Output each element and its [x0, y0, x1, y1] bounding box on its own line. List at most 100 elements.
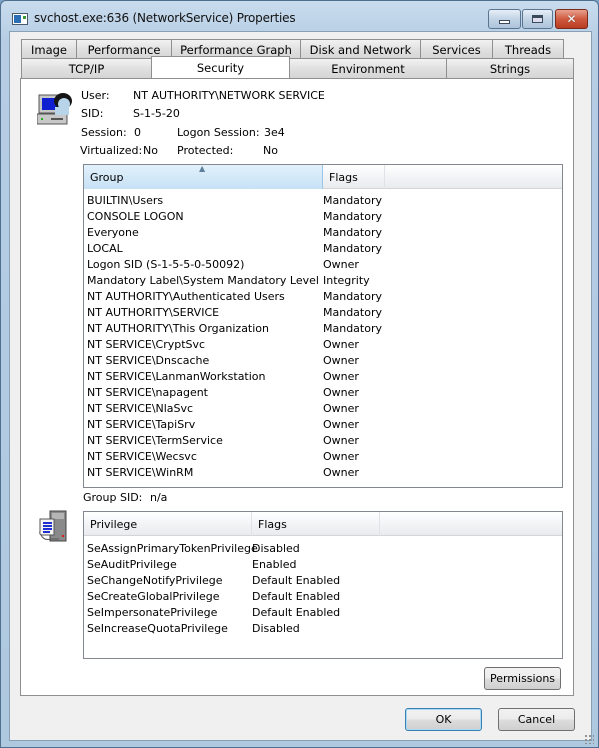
group-flags-cell: Mandatory: [323, 209, 383, 223]
group-row[interactable]: NT SERVICE\napagent Owner: [84, 384, 562, 400]
privilege-row[interactable]: SeChangeNotifyPrivilege Default Enabled: [84, 572, 562, 588]
column-header-privilege-flags[interactable]: Flags: [252, 512, 380, 536]
tab-security[interactable]: Security: [151, 56, 290, 78]
group-row[interactable]: CONSOLE LOGON Mandatory: [84, 208, 562, 224]
app-icon: [12, 13, 28, 25]
session-label: Session:: [81, 126, 127, 139]
user-label: User:: [81, 89, 110, 102]
privilege-row[interactable]: SeCreateGlobalPrivilege Default Enabled: [84, 588, 562, 604]
tab-tcpip[interactable]: TCP/IP: [21, 58, 152, 78]
group-row[interactable]: NT SERVICE\Dnscache Owner: [84, 352, 562, 368]
column-header-group[interactable]: ▲ Group: [84, 165, 323, 189]
privileges-list-body: SeAssignPrimaryTokenPrivilege Disabled SeA…: [84, 540, 562, 636]
privilege-flags-cell: Default Enabled: [252, 605, 341, 619]
logon-session-label: Logon Session:: [177, 126, 260, 139]
tab-environment[interactable]: Environment: [289, 58, 447, 78]
group-flags-cell: Owner: [323, 369, 359, 383]
minimize-button[interactable]: [488, 9, 521, 29]
group-sid-value: n/a: [150, 491, 168, 504]
group-flags-cell: Owner: [323, 433, 359, 447]
group-name-cell: NT SERVICE\CryptSvc: [87, 337, 206, 351]
session-value: 0: [134, 126, 141, 139]
group-flags-cell: Owner: [323, 337, 359, 351]
privilege-name-cell: SeAuditPrivilege: [87, 557, 177, 571]
group-flags-cell: Mandatory: [323, 225, 383, 239]
close-icon: ✕: [566, 12, 577, 26]
group-row[interactable]: BUILTIN\Users Mandatory: [84, 192, 562, 208]
group-row[interactable]: NT SERVICE\NlaSvc Owner: [84, 400, 562, 416]
privilege-row[interactable]: SeAssignPrimaryTokenPrivilege Disabled: [84, 540, 562, 556]
group-name-cell: NT AUTHORITY\This Organization: [87, 321, 269, 335]
group-row[interactable]: NT AUTHORITY\This Organization Mandatory: [84, 320, 562, 336]
sid-value: S-1-5-20: [133, 107, 180, 120]
sid-label: SID:: [81, 107, 104, 120]
column-header-privilege-flags-label: Flags: [258, 517, 287, 531]
protected-value: No: [263, 144, 278, 157]
privilege-row[interactable]: SeImpersonatePrivilege Default Enabled: [84, 604, 562, 620]
group-name-cell: NT AUTHORITY\Authenticated Users: [87, 289, 285, 303]
cancel-button[interactable]: Cancel: [498, 708, 575, 731]
privileges-list[interactable]: Privilege Flags SeAssignPrimaryTokenPriv…: [83, 511, 563, 659]
group-flags-cell: Integrity: [323, 273, 370, 287]
group-flags-cell: Mandatory: [323, 289, 383, 303]
group-row[interactable]: NT AUTHORITY\Authenticated Users Mandator…: [84, 288, 562, 304]
tab-strings[interactable]: Strings: [446, 58, 574, 78]
group-name-cell: NT SERVICE\napagent: [87, 385, 208, 399]
user-computer-icon: [37, 93, 72, 125]
group-row[interactable]: NT SERVICE\LanmanWorkstation Owner: [84, 368, 562, 384]
group-name-cell: BUILTIN\Users: [87, 193, 164, 207]
group-name-cell: NT SERVICE\TapiSrv: [87, 417, 196, 431]
window-title: svchost.exe:636 (NetworkService) Propert…: [34, 11, 296, 25]
group-row[interactable]: NT SERVICE\CryptSvc Owner: [84, 336, 562, 352]
group-flags-cell: Owner: [323, 353, 359, 367]
group-name-cell: NT SERVICE\WinRM: [87, 465, 194, 479]
privileges-icon: [39, 510, 67, 542]
group-row[interactable]: NT SERVICE\Wecsvc Owner: [84, 448, 562, 464]
group-row[interactable]: Everyone Mandatory: [84, 224, 562, 240]
column-header-group-label: Group: [90, 170, 124, 184]
protected-label: Protected:: [177, 144, 234, 157]
privilege-name-cell: SeAssignPrimaryTokenPrivilege: [87, 541, 258, 555]
sort-ascending-icon: ▲: [199, 164, 206, 173]
group-name-cell: CONSOLE LOGON: [87, 209, 184, 223]
groups-list-body: BUILTIN\Users Mandatory CONSOLE LOGON Manda…: [84, 192, 562, 480]
maximize-button[interactable]: [522, 9, 553, 29]
tab-disk-and-network[interactable]: Disk and Network: [300, 39, 421, 59]
column-header-flags[interactable]: Flags: [323, 165, 385, 189]
virtualized-label: Virtualized:: [80, 144, 143, 157]
group-flags-cell: Mandatory: [323, 193, 383, 207]
tab-services[interactable]: Services: [420, 39, 493, 59]
group-row[interactable]: NT SERVICE\TermService Owner: [84, 432, 562, 448]
groups-list-header: ▲ Group Flags: [84, 165, 562, 189]
group-row[interactable]: NT SERVICE\WinRM Owner: [84, 464, 562, 480]
privilege-name-cell: SeChangeNotifyPrivilege: [87, 573, 223, 587]
group-name-cell: Logon SID (S-1-5-5-0-50092): [87, 257, 245, 271]
privilege-row[interactable]: SeAuditPrivilege Enabled: [84, 556, 562, 572]
maximize-icon: [532, 15, 543, 23]
close-button[interactable]: ✕: [555, 9, 588, 29]
ok-button[interactable]: OK: [405, 708, 482, 731]
group-row[interactable]: Logon SID (S-1-5-5-0-50092) Owner: [84, 256, 562, 272]
user-value: NT AUTHORITY\NETWORK SERVICE: [133, 89, 325, 102]
privilege-name-cell: SeImpersonatePrivilege: [87, 605, 218, 619]
column-header-flags-label: Flags: [329, 170, 358, 184]
group-row[interactable]: LOCAL Mandatory: [84, 240, 562, 256]
tab-threads[interactable]: Threads: [492, 39, 564, 59]
privilege-row[interactable]: SeIncreaseQuotaPrivilege Disabled: [84, 620, 562, 636]
group-sid-label: Group SID:: [83, 491, 143, 504]
column-header-privilege[interactable]: Privilege: [84, 512, 252, 536]
minimize-icon: [499, 20, 510, 24]
permissions-button[interactable]: Permissions: [484, 667, 561, 690]
privilege-flags-cell: Default Enabled: [252, 573, 341, 587]
resize-grip[interactable]: [584, 734, 594, 744]
group-flags-cell: Owner: [323, 385, 359, 399]
group-row[interactable]: NT AUTHORITY\SERVICE Mandatory: [84, 304, 562, 320]
privilege-name-cell: SeIncreaseQuotaPrivilege: [87, 621, 228, 635]
tab-image[interactable]: Image: [21, 39, 77, 59]
privileges-list-header: Privilege Flags: [84, 512, 562, 536]
group-row[interactable]: Mandatory Label\System Mandatory Level In…: [84, 272, 562, 288]
groups-list[interactable]: ▲ Group Flags BUILTIN\Users Mandatory CONS…: [83, 164, 563, 488]
privilege-flags-cell: Default Enabled: [252, 589, 341, 603]
group-row[interactable]: NT SERVICE\TapiSrv Owner: [84, 416, 562, 432]
group-name-cell: NT AUTHORITY\SERVICE: [87, 305, 220, 319]
